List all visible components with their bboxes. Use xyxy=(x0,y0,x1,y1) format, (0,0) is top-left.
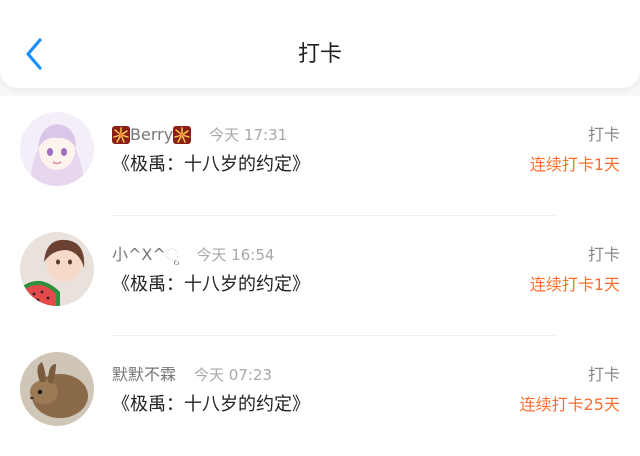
book-title[interactable]: 《极禹：十八岁的约定》 xyxy=(112,152,310,178)
checkin-row[interactable]: Berry 今天 17:31 《极禹：十八岁的约定》 打卡 连续打卡1天 xyxy=(0,96,640,216)
page-title: 打卡 xyxy=(297,42,342,67)
book-title[interactable]: 《极禹：十八岁的约定》 xyxy=(112,392,310,418)
fireworks-icon xyxy=(173,126,192,144)
fireworks-icon xyxy=(112,126,130,144)
row-meta: 默默不霖 今天 07:23 xyxy=(112,364,272,386)
checkin-action-label: 打卡 xyxy=(587,125,620,144)
avatar[interactable] xyxy=(20,232,94,306)
checkin-row[interactable]: 小^X^ୃ 今天 16:54 《极禹：十八岁的约定》 打卡 连续打卡1天 xyxy=(0,216,640,336)
avatar[interactable] xyxy=(20,112,94,186)
checkin-list: Berry 今天 17:31 《极禹：十八岁的约定》 打卡 连续打卡1天 小^X… xyxy=(0,96,640,456)
row-meta: Berry 今天 17:31 xyxy=(112,124,287,146)
streak-label: 连续打卡25天 xyxy=(519,395,620,414)
username[interactable]: 小^X^ୃ xyxy=(112,244,178,266)
checkin-time: 今天 17:31 xyxy=(209,126,288,144)
streak-label: 连续打卡1天 xyxy=(529,275,620,294)
streak-label: 连续打卡1天 xyxy=(529,155,620,174)
avatar[interactable] xyxy=(20,352,94,426)
top-bar: 打卡 xyxy=(0,0,640,88)
checkin-action-label: 打卡 xyxy=(587,365,620,384)
username[interactable]: 默默不霖 xyxy=(112,364,176,386)
checkin-row[interactable]: 默默不霖 今天 07:23 《极禹：十八岁的约定》 打卡 连续打卡25天 xyxy=(0,336,640,456)
row-meta: 小^X^ୃ 今天 16:54 xyxy=(112,244,274,266)
username[interactable]: Berry xyxy=(130,124,173,146)
book-title[interactable]: 《极禹：十八岁的约定》 xyxy=(112,272,310,298)
checkin-time: 今天 16:54 xyxy=(196,246,275,264)
checkin-time: 今天 07:23 xyxy=(194,366,273,384)
checkin-action-label: 打卡 xyxy=(587,245,620,264)
